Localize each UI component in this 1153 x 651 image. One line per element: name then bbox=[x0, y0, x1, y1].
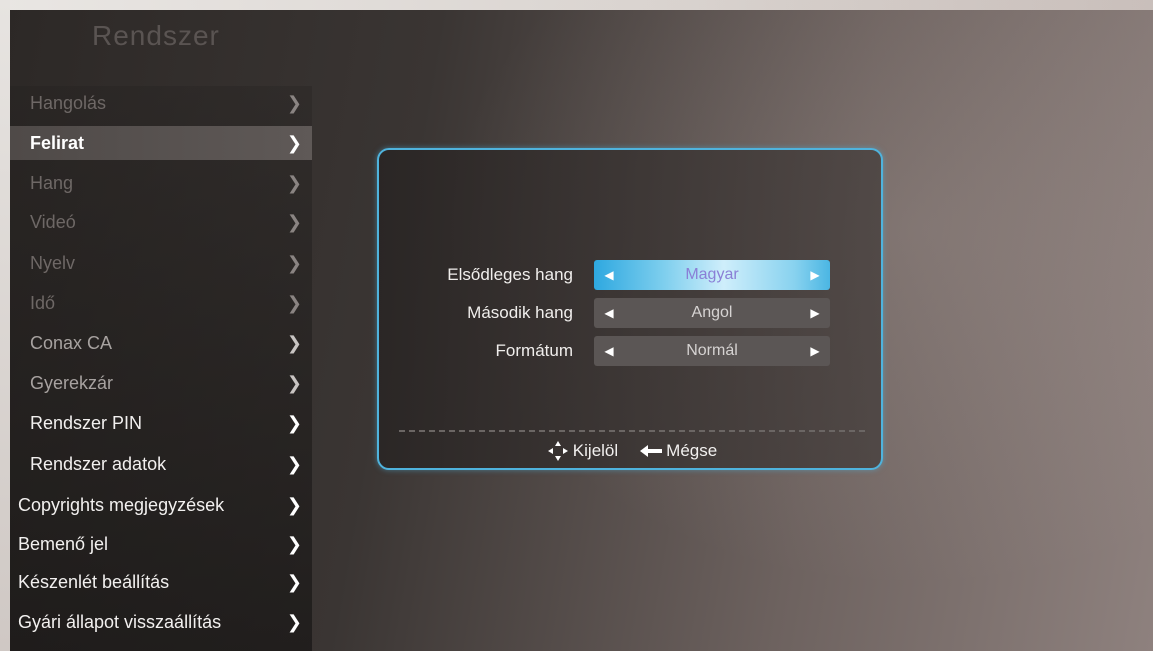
arrow-right-icon[interactable]: ▶ bbox=[804, 306, 826, 320]
sidebar-item-rendszer-adatok[interactable]: Rendszer adatok ❯ bbox=[10, 447, 312, 481]
chevron-right-icon: ❯ bbox=[286, 132, 302, 153]
sidebar-item-label: Felirat bbox=[30, 132, 85, 153]
sidebar-item-label: Conax CA bbox=[30, 332, 113, 353]
sidebar-item-ido[interactable]: Idő ❯ bbox=[10, 286, 312, 320]
secondary-audio-row: Második hang ◀ Angol ▶ bbox=[379, 298, 885, 328]
chevron-right-icon: ❯ bbox=[286, 92, 302, 113]
sidebar-item-label: Hang bbox=[30, 172, 74, 193]
sidebar-item-label: Idő bbox=[30, 292, 56, 313]
secondary-audio-value: Angol bbox=[691, 304, 733, 321]
dialog-footer: Kijelöl Mégse bbox=[379, 438, 885, 464]
sidebar-item-bemeno-jel[interactable]: Bemenő jel ❯ bbox=[10, 527, 312, 561]
secondary-audio-selector[interactable]: ◀ Angol ▶ bbox=[594, 298, 830, 328]
sidebar-item-hangolas[interactable]: Hangolás ❯ bbox=[10, 86, 312, 120]
sidebar-item-label: Hangolás bbox=[30, 92, 107, 113]
four-way-arrow-icon bbox=[547, 440, 569, 462]
format-label: Formátum bbox=[495, 341, 573, 360]
format-selector[interactable]: ◀ Normál ▶ bbox=[594, 336, 830, 366]
sidebar-item-copyrights[interactable]: Copyrights megjegyzések ❯ bbox=[10, 488, 312, 522]
arrow-right-icon[interactable]: ▶ bbox=[804, 344, 826, 358]
sidebar-item-label: Rendszer adatok bbox=[30, 453, 167, 474]
dialog-divider bbox=[399, 430, 865, 432]
chevron-right-icon: ❯ bbox=[286, 211, 302, 232]
sidebar-item-rendszer-pin[interactable]: Rendszer PIN ❯ bbox=[10, 406, 312, 440]
primary-audio-selector[interactable]: ◀ Magyar ▶ bbox=[594, 260, 830, 290]
sidebar-item-label: Videó bbox=[30, 211, 76, 232]
arrow-left-icon[interactable]: ◀ bbox=[598, 306, 620, 320]
cancel-hint-label: Mégse bbox=[666, 441, 718, 460]
sidebar-item-label: Gyerekzár bbox=[30, 372, 114, 393]
chevron-right-icon: ❯ bbox=[286, 571, 302, 592]
sidebar-item-conax-ca[interactable]: Conax CA ❯ bbox=[10, 326, 312, 360]
chevron-right-icon: ❯ bbox=[286, 252, 302, 273]
sidebar-item-felirat[interactable]: Felirat ❯ bbox=[10, 126, 312, 160]
sidebar-item-keszenlet[interactable]: Készenlét beállítás ❯ bbox=[10, 565, 312, 599]
sidebar-item-label: Copyrights megjegyzések bbox=[18, 494, 225, 515]
sidebar-item-video[interactable]: Videó ❯ bbox=[10, 205, 312, 239]
select-hint-label: Kijelöl bbox=[572, 441, 619, 460]
sidebar-item-label: Gyári állapot visszaállítás bbox=[18, 611, 222, 632]
sidebar-item-label: Rendszer PIN bbox=[30, 412, 143, 433]
arrow-left-icon[interactable]: ◀ bbox=[598, 344, 620, 358]
arrow-right-icon[interactable]: ▶ bbox=[804, 268, 826, 282]
sidebar-item-label: Készenlét beállítás bbox=[18, 571, 170, 592]
sidebar-item-gyari-allapot[interactable]: Gyári állapot visszaállítás ❯ bbox=[10, 605, 312, 639]
monitor-frame-top bbox=[0, 0, 1153, 10]
primary-audio-row: Elsődleges hang ◀ Magyar ▶ bbox=[379, 260, 885, 290]
monitor-frame-left bbox=[0, 0, 10, 651]
cancel-hint[interactable]: Mégse bbox=[640, 441, 717, 461]
sidebar-item-hang[interactable]: Hang ❯ bbox=[10, 166, 312, 200]
chevron-right-icon: ❯ bbox=[286, 533, 302, 554]
sidebar-item-nyelv[interactable]: Nyelv ❯ bbox=[10, 246, 312, 280]
primary-audio-label: Elsődleges hang bbox=[447, 265, 573, 284]
chevron-right-icon: ❯ bbox=[286, 172, 302, 193]
chevron-right-icon: ❯ bbox=[286, 453, 302, 474]
secondary-audio-label: Második hang bbox=[467, 303, 573, 322]
chevron-right-icon: ❯ bbox=[286, 611, 302, 632]
back-arrow-icon bbox=[640, 444, 663, 458]
chevron-right-icon: ❯ bbox=[286, 412, 302, 433]
primary-audio-value: Magyar bbox=[685, 266, 739, 283]
sidebar-item-label: Nyelv bbox=[30, 252, 76, 273]
chevron-right-icon: ❯ bbox=[286, 372, 302, 393]
arrow-left-icon[interactable]: ◀ bbox=[598, 268, 620, 282]
select-hint[interactable]: Kijelöl bbox=[547, 440, 618, 462]
menu-title: Rendszer bbox=[92, 20, 220, 51]
format-row: Formátum ◀ Normál ▶ bbox=[379, 336, 885, 366]
sidebar-item-gyerekzar[interactable]: Gyerekzár ❯ bbox=[10, 366, 312, 400]
chevron-right-icon: ❯ bbox=[286, 292, 302, 313]
audio-settings-dialog: Elsődleges hang ◀ Magyar ▶ Második hang … bbox=[377, 148, 883, 470]
chevron-right-icon: ❯ bbox=[286, 332, 302, 353]
chevron-right-icon: ❯ bbox=[286, 494, 302, 515]
format-value: Normál bbox=[686, 342, 738, 359]
sidebar-item-label: Bemenő jel bbox=[18, 533, 109, 554]
